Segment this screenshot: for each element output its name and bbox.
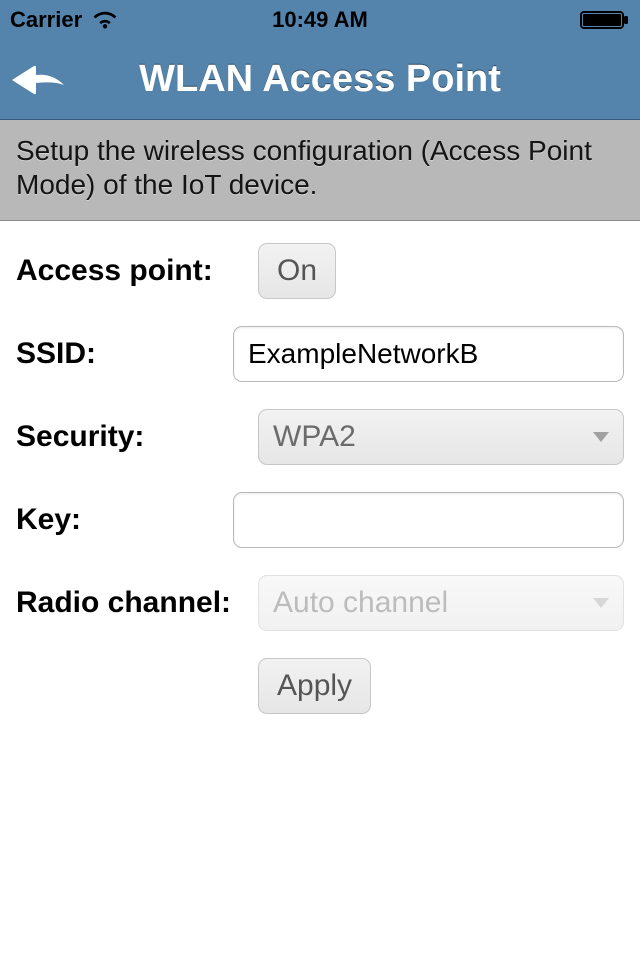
apply-button[interactable]: Apply bbox=[258, 658, 371, 714]
battery-icon bbox=[580, 10, 630, 30]
key-label: Key: bbox=[16, 503, 233, 537]
nav-bar: WLAN Access Point bbox=[0, 40, 640, 120]
wlan-form: Access point: On SSID: Security: WPA2 Ke… bbox=[0, 221, 640, 763]
radio-channel-label: Radio channel: bbox=[16, 586, 258, 620]
description-banner: Setup the wireless configuration (Access… bbox=[0, 120, 640, 221]
access-point-toggle[interactable]: On bbox=[258, 243, 336, 299]
wifi-icon bbox=[92, 10, 118, 30]
security-label: Security: bbox=[16, 420, 258, 454]
carrier-label: Carrier bbox=[10, 7, 82, 33]
back-button[interactable] bbox=[8, 40, 88, 119]
back-arrow-icon bbox=[8, 60, 70, 100]
ssid-input[interactable] bbox=[233, 326, 624, 382]
access-point-label: Access point: bbox=[16, 254, 258, 288]
page-title: WLAN Access Point bbox=[0, 58, 640, 101]
radio-channel-select: Auto channel bbox=[258, 575, 624, 631]
key-input[interactable] bbox=[233, 492, 624, 548]
radio-channel-value: Auto channel bbox=[273, 586, 448, 620]
chevron-down-icon bbox=[593, 432, 609, 442]
security-select-value: WPA2 bbox=[273, 420, 356, 454]
chevron-down-icon bbox=[593, 598, 609, 608]
security-select[interactable]: WPA2 bbox=[258, 409, 624, 465]
status-bar: Carrier 10:49 AM bbox=[0, 0, 640, 40]
ssid-label: SSID: bbox=[16, 337, 233, 371]
